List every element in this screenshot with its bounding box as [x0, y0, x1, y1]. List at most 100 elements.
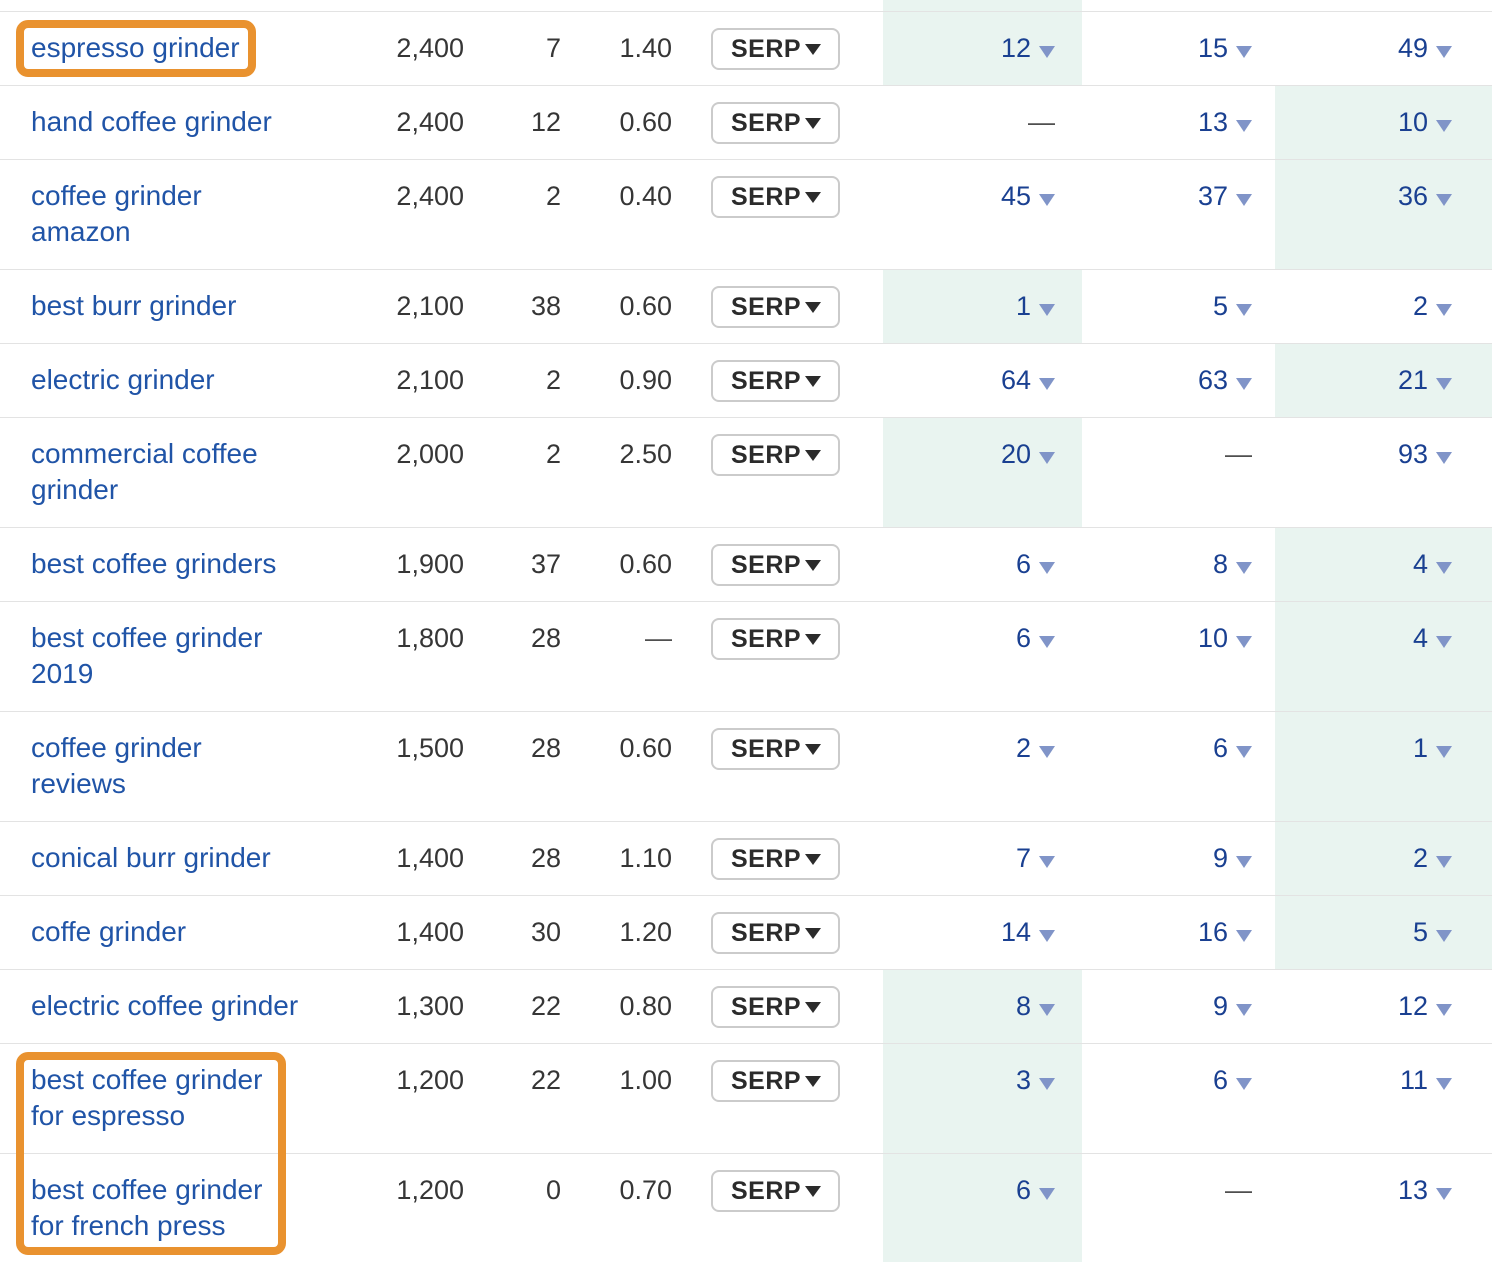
- position-column-2-value[interactable]: 37: [1082, 178, 1275, 214]
- position-column-3-value[interactable]: 1: [1275, 730, 1492, 766]
- position-column-2-value[interactable]: 16: [1082, 914, 1275, 950]
- serp-dropdown-button[interactable]: SERP: [711, 986, 840, 1028]
- caret-down-icon: [805, 1186, 821, 1197]
- position-column-2-value[interactable]: 5: [1082, 288, 1275, 324]
- position-column-1-value[interactable]: 7: [883, 840, 1082, 876]
- caret-down-icon: [1436, 930, 1452, 942]
- position-column-2-value[interactable]: 8: [1082, 546, 1275, 582]
- kd-value: 7: [484, 30, 561, 66]
- serp-dropdown-button[interactable]: SERP: [711, 360, 840, 402]
- position-column-3-value[interactable]: 12: [1275, 988, 1492, 1024]
- position-column-1-value[interactable]: 6: [883, 1172, 1082, 1208]
- position-column-2-value[interactable]: 13: [1082, 104, 1275, 140]
- position-column-2-value[interactable]: 6: [1082, 730, 1275, 766]
- position-column-3-value[interactable]: 10: [1275, 104, 1492, 140]
- position-column-2-value[interactable]: 63: [1082, 362, 1275, 398]
- serp-button-label: SERP: [731, 441, 801, 470]
- cpc-value: 0.60: [572, 104, 672, 140]
- keyword-link[interactable]: best coffee grinder 2019: [31, 620, 299, 692]
- position-column-1-value[interactable]: 45: [883, 178, 1082, 214]
- serp-dropdown-button[interactable]: SERP: [711, 286, 840, 328]
- caret-down-icon: [1236, 46, 1252, 58]
- caret-down-icon: [805, 376, 821, 387]
- keyword-link[interactable]: best coffee grinders: [31, 546, 299, 582]
- position-column-3-value[interactable]: 11: [1275, 1062, 1492, 1098]
- volume-value: 2,100: [340, 288, 464, 324]
- serp-dropdown-button[interactable]: SERP: [711, 176, 840, 218]
- position-column-1-value[interactable]: 14: [883, 914, 1082, 950]
- position-column-1-value[interactable]: 1: [883, 288, 1082, 324]
- cpc-value: 0.60: [572, 730, 672, 766]
- serp-dropdown-button[interactable]: SERP: [711, 728, 840, 770]
- best-position-highlight-band: [1275, 601, 1492, 711]
- position-column-3-value[interactable]: 21: [1275, 362, 1492, 398]
- keyword-link[interactable]: best coffee grinder for french press: [31, 1172, 299, 1244]
- position-column-3-value[interactable]: 13: [1275, 1172, 1492, 1208]
- position-column-2-value[interactable]: 15: [1082, 30, 1275, 66]
- volume-value: 1,400: [340, 914, 464, 950]
- caret-down-icon: [805, 450, 821, 461]
- keyword-link[interactable]: hand coffee grinder: [31, 104, 299, 140]
- serp-dropdown-button[interactable]: SERP: [711, 618, 840, 660]
- cpc-value: 2.50: [572, 436, 672, 472]
- position-column-3-value[interactable]: 5: [1275, 914, 1492, 950]
- caret-down-icon: [1436, 120, 1452, 132]
- position-column-3-value[interactable]: 93: [1275, 436, 1492, 472]
- caret-down-icon: [1436, 856, 1452, 868]
- serp-button-label: SERP: [731, 367, 801, 396]
- position-column-1-value[interactable]: 2: [883, 730, 1082, 766]
- position-column-3-value[interactable]: 4: [1275, 620, 1492, 656]
- position-column-1-value[interactable]: 20: [883, 436, 1082, 472]
- caret-down-icon: [1436, 46, 1452, 58]
- serp-dropdown-button[interactable]: SERP: [711, 434, 840, 476]
- position-column-1-value[interactable]: 3: [883, 1062, 1082, 1098]
- keyword-link[interactable]: espresso grinder: [31, 30, 299, 66]
- caret-down-icon: [1436, 304, 1452, 316]
- caret-down-icon: [1236, 378, 1252, 390]
- position-column-1-value[interactable]: 6: [883, 620, 1082, 656]
- caret-down-icon: [1436, 746, 1452, 758]
- serp-dropdown-button[interactable]: SERP: [711, 1060, 840, 1102]
- keyword-link[interactable]: electric grinder: [31, 362, 299, 398]
- keyword-link[interactable]: commercial coffee grinder: [31, 436, 299, 508]
- position-column-2-value[interactable]: 9: [1082, 988, 1275, 1024]
- serp-dropdown-button[interactable]: SERP: [711, 28, 840, 70]
- caret-down-icon: [1039, 1188, 1055, 1200]
- volume-value: 1,400: [340, 840, 464, 876]
- keyword-link[interactable]: conical burr grinder: [31, 840, 299, 876]
- keyword-link[interactable]: electric coffee grinder: [31, 988, 299, 1024]
- serp-dropdown-button[interactable]: SERP: [711, 838, 840, 880]
- position-column-2-value: —: [1082, 1172, 1275, 1208]
- caret-down-icon: [1236, 1078, 1252, 1090]
- position-column-2-value[interactable]: 10: [1082, 620, 1275, 656]
- keyword-link[interactable]: coffee grinder amazon: [31, 178, 299, 250]
- keyword-link[interactable]: coffe grinder: [31, 914, 299, 950]
- position-column-1-value[interactable]: 64: [883, 362, 1082, 398]
- caret-down-icon: [805, 854, 821, 865]
- keyword-link[interactable]: best coffee grinder for espresso: [31, 1062, 299, 1134]
- position-column-1-value[interactable]: 6: [883, 546, 1082, 582]
- position-column-2-value[interactable]: 6: [1082, 1062, 1275, 1098]
- serp-dropdown-button[interactable]: SERP: [711, 544, 840, 586]
- position-column-3-value[interactable]: 36: [1275, 178, 1492, 214]
- caret-down-icon: [1236, 120, 1252, 132]
- serp-button-label: SERP: [731, 735, 801, 764]
- serp-button-label: SERP: [731, 109, 801, 138]
- position-column-2-value[interactable]: 9: [1082, 840, 1275, 876]
- caret-down-icon: [805, 44, 821, 55]
- position-column-1-value[interactable]: 12: [883, 30, 1082, 66]
- cpc-value: 0.90: [572, 362, 672, 398]
- position-column-3-value[interactable]: 4: [1275, 546, 1492, 582]
- kd-value: 12: [484, 104, 561, 140]
- serp-button-label: SERP: [731, 845, 801, 874]
- serp-dropdown-button[interactable]: SERP: [711, 912, 840, 954]
- position-column-3-value[interactable]: 2: [1275, 840, 1492, 876]
- position-column-3-value[interactable]: 49: [1275, 30, 1492, 66]
- keyword-link[interactable]: best burr grinder: [31, 288, 299, 324]
- position-column-1-value[interactable]: 8: [883, 988, 1082, 1024]
- serp-dropdown-button[interactable]: SERP: [711, 102, 840, 144]
- keyword-link[interactable]: coffee grinder reviews: [31, 730, 299, 802]
- position-column-3-value[interactable]: 2: [1275, 288, 1492, 324]
- serp-dropdown-button[interactable]: SERP: [711, 1170, 840, 1212]
- caret-down-icon: [1436, 452, 1452, 464]
